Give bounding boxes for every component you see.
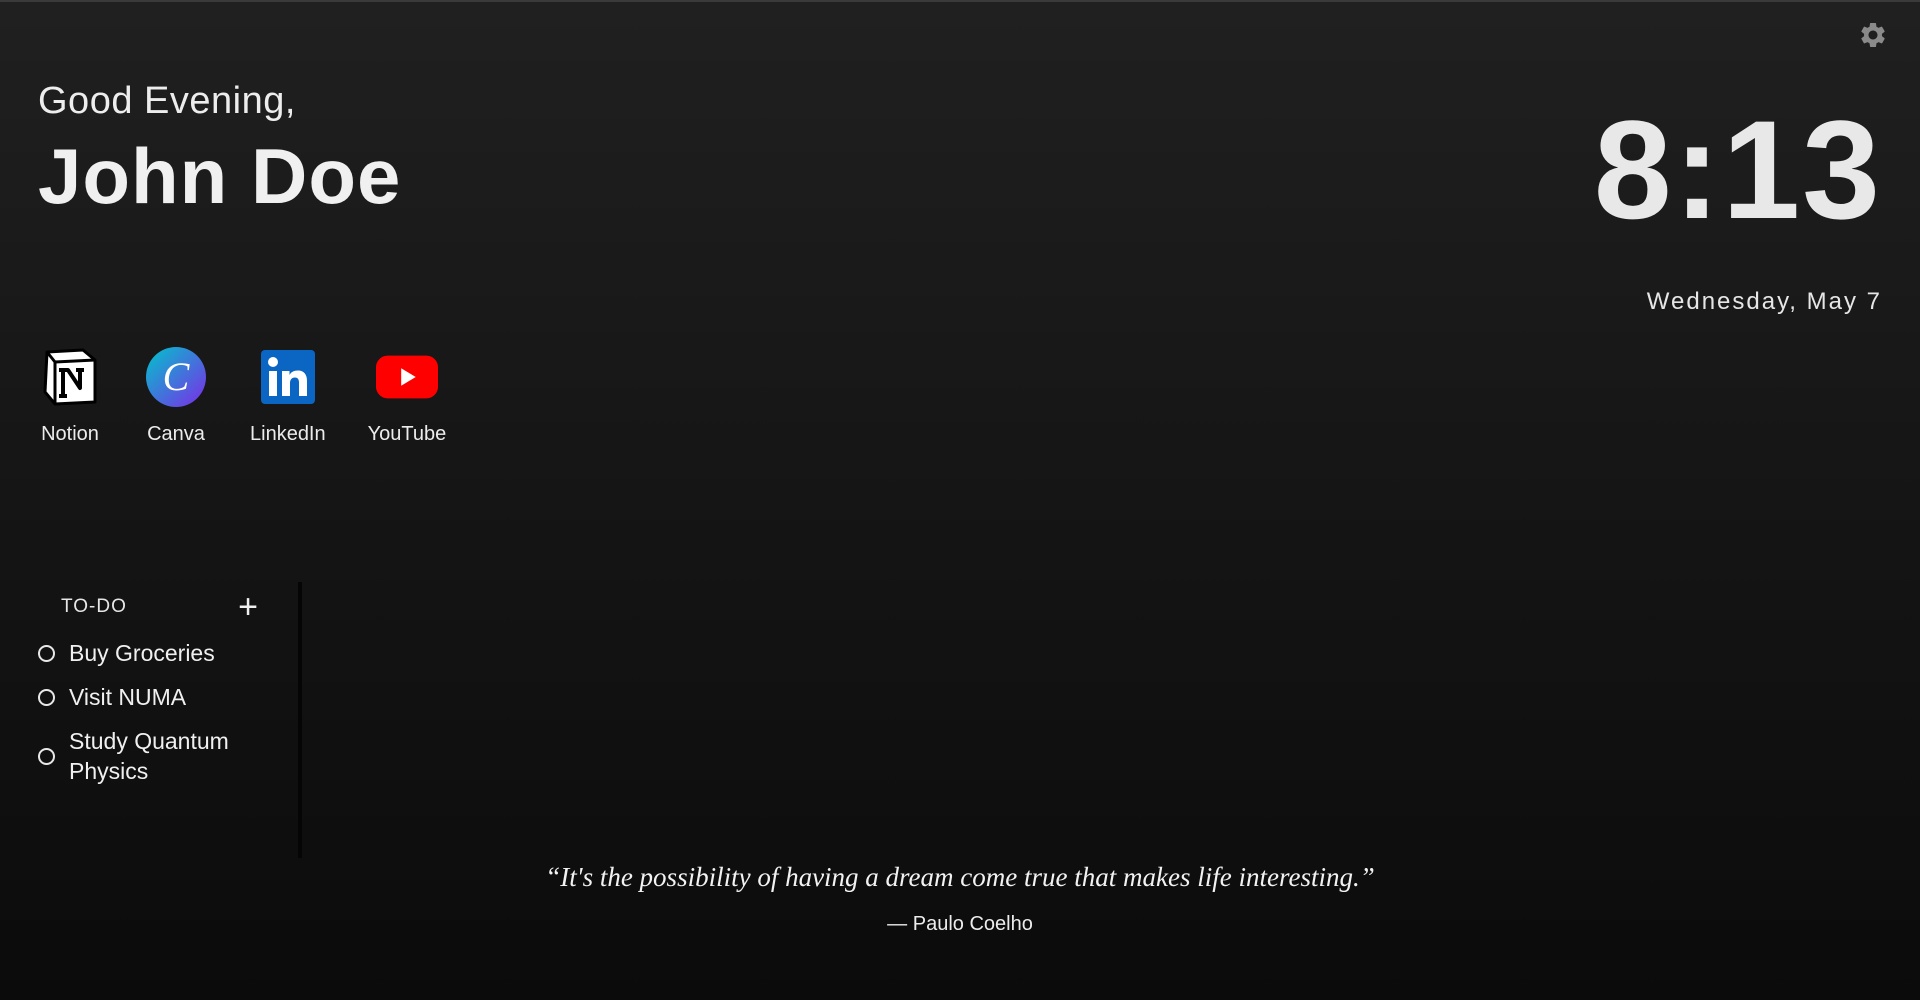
add-todo-button[interactable]: + [238,590,258,624]
shortcut-label-linkedin: LinkedIn [250,423,326,445]
gear-icon [1861,22,1885,47]
quote-text: “It's the possibility of having a dream … [545,862,1375,892]
greeting-salutation: Good Evening, [38,80,296,122]
todo-item-text: Study Quantum Physics [69,728,229,784]
top-border [0,0,1920,2]
todo-item-text: Buy Groceries [69,640,215,666]
todo-checkbox[interactable] [38,644,55,662]
todo-title: TO-DO [61,596,127,617]
notion-icon [38,345,102,409]
svg-text:C: C [163,354,191,399]
todo-item[interactable]: Buy Groceries [38,638,298,668]
shortcut-label-canva: Canva [147,423,205,445]
greeting: Good Evening, John Doe [38,80,401,222]
todo-checkbox[interactable] [38,747,55,765]
shortcut-notion[interactable]: Notion [38,345,102,446]
shortcut-youtube[interactable]: YouTube [367,345,447,446]
shortcuts: Notion C Canva LinkedIn YouTube [38,345,446,446]
todo-panel: TO-DO + Buy Groceries Visit NUMA Study Q… [38,582,302,858]
shortcut-label-notion: Notion [41,423,99,445]
canva-icon: C [144,345,208,409]
clock: 8:13 Wednesday, May 7 [1594,100,1882,316]
todo-item-text: Visit NUMA [69,684,187,710]
todo-item[interactable]: Visit NUMA [38,682,298,712]
clock-date: Wednesday, May 7 [1646,288,1882,315]
todo-list: Buy Groceries Visit NUMA Study Quantum P… [38,638,298,786]
quote: “It's the possibility of having a dream … [0,862,1920,936]
todo-item[interactable]: Study Quantum Physics [38,726,298,786]
user-name: John Doe [38,132,402,220]
todo-checkbox[interactable] [38,688,55,706]
linkedin-icon [256,345,320,409]
quote-author: — Paulo Coelho [887,913,1033,935]
todo-header: TO-DO + [38,582,298,632]
youtube-icon [375,345,439,409]
shortcut-linkedin[interactable]: LinkedIn [250,345,326,446]
settings-button[interactable] [1858,20,1888,50]
shortcut-label-youtube: YouTube [367,423,447,445]
clock-time: 8:13 [1593,91,1882,248]
shortcut-canva[interactable]: C Canva [144,345,208,446]
